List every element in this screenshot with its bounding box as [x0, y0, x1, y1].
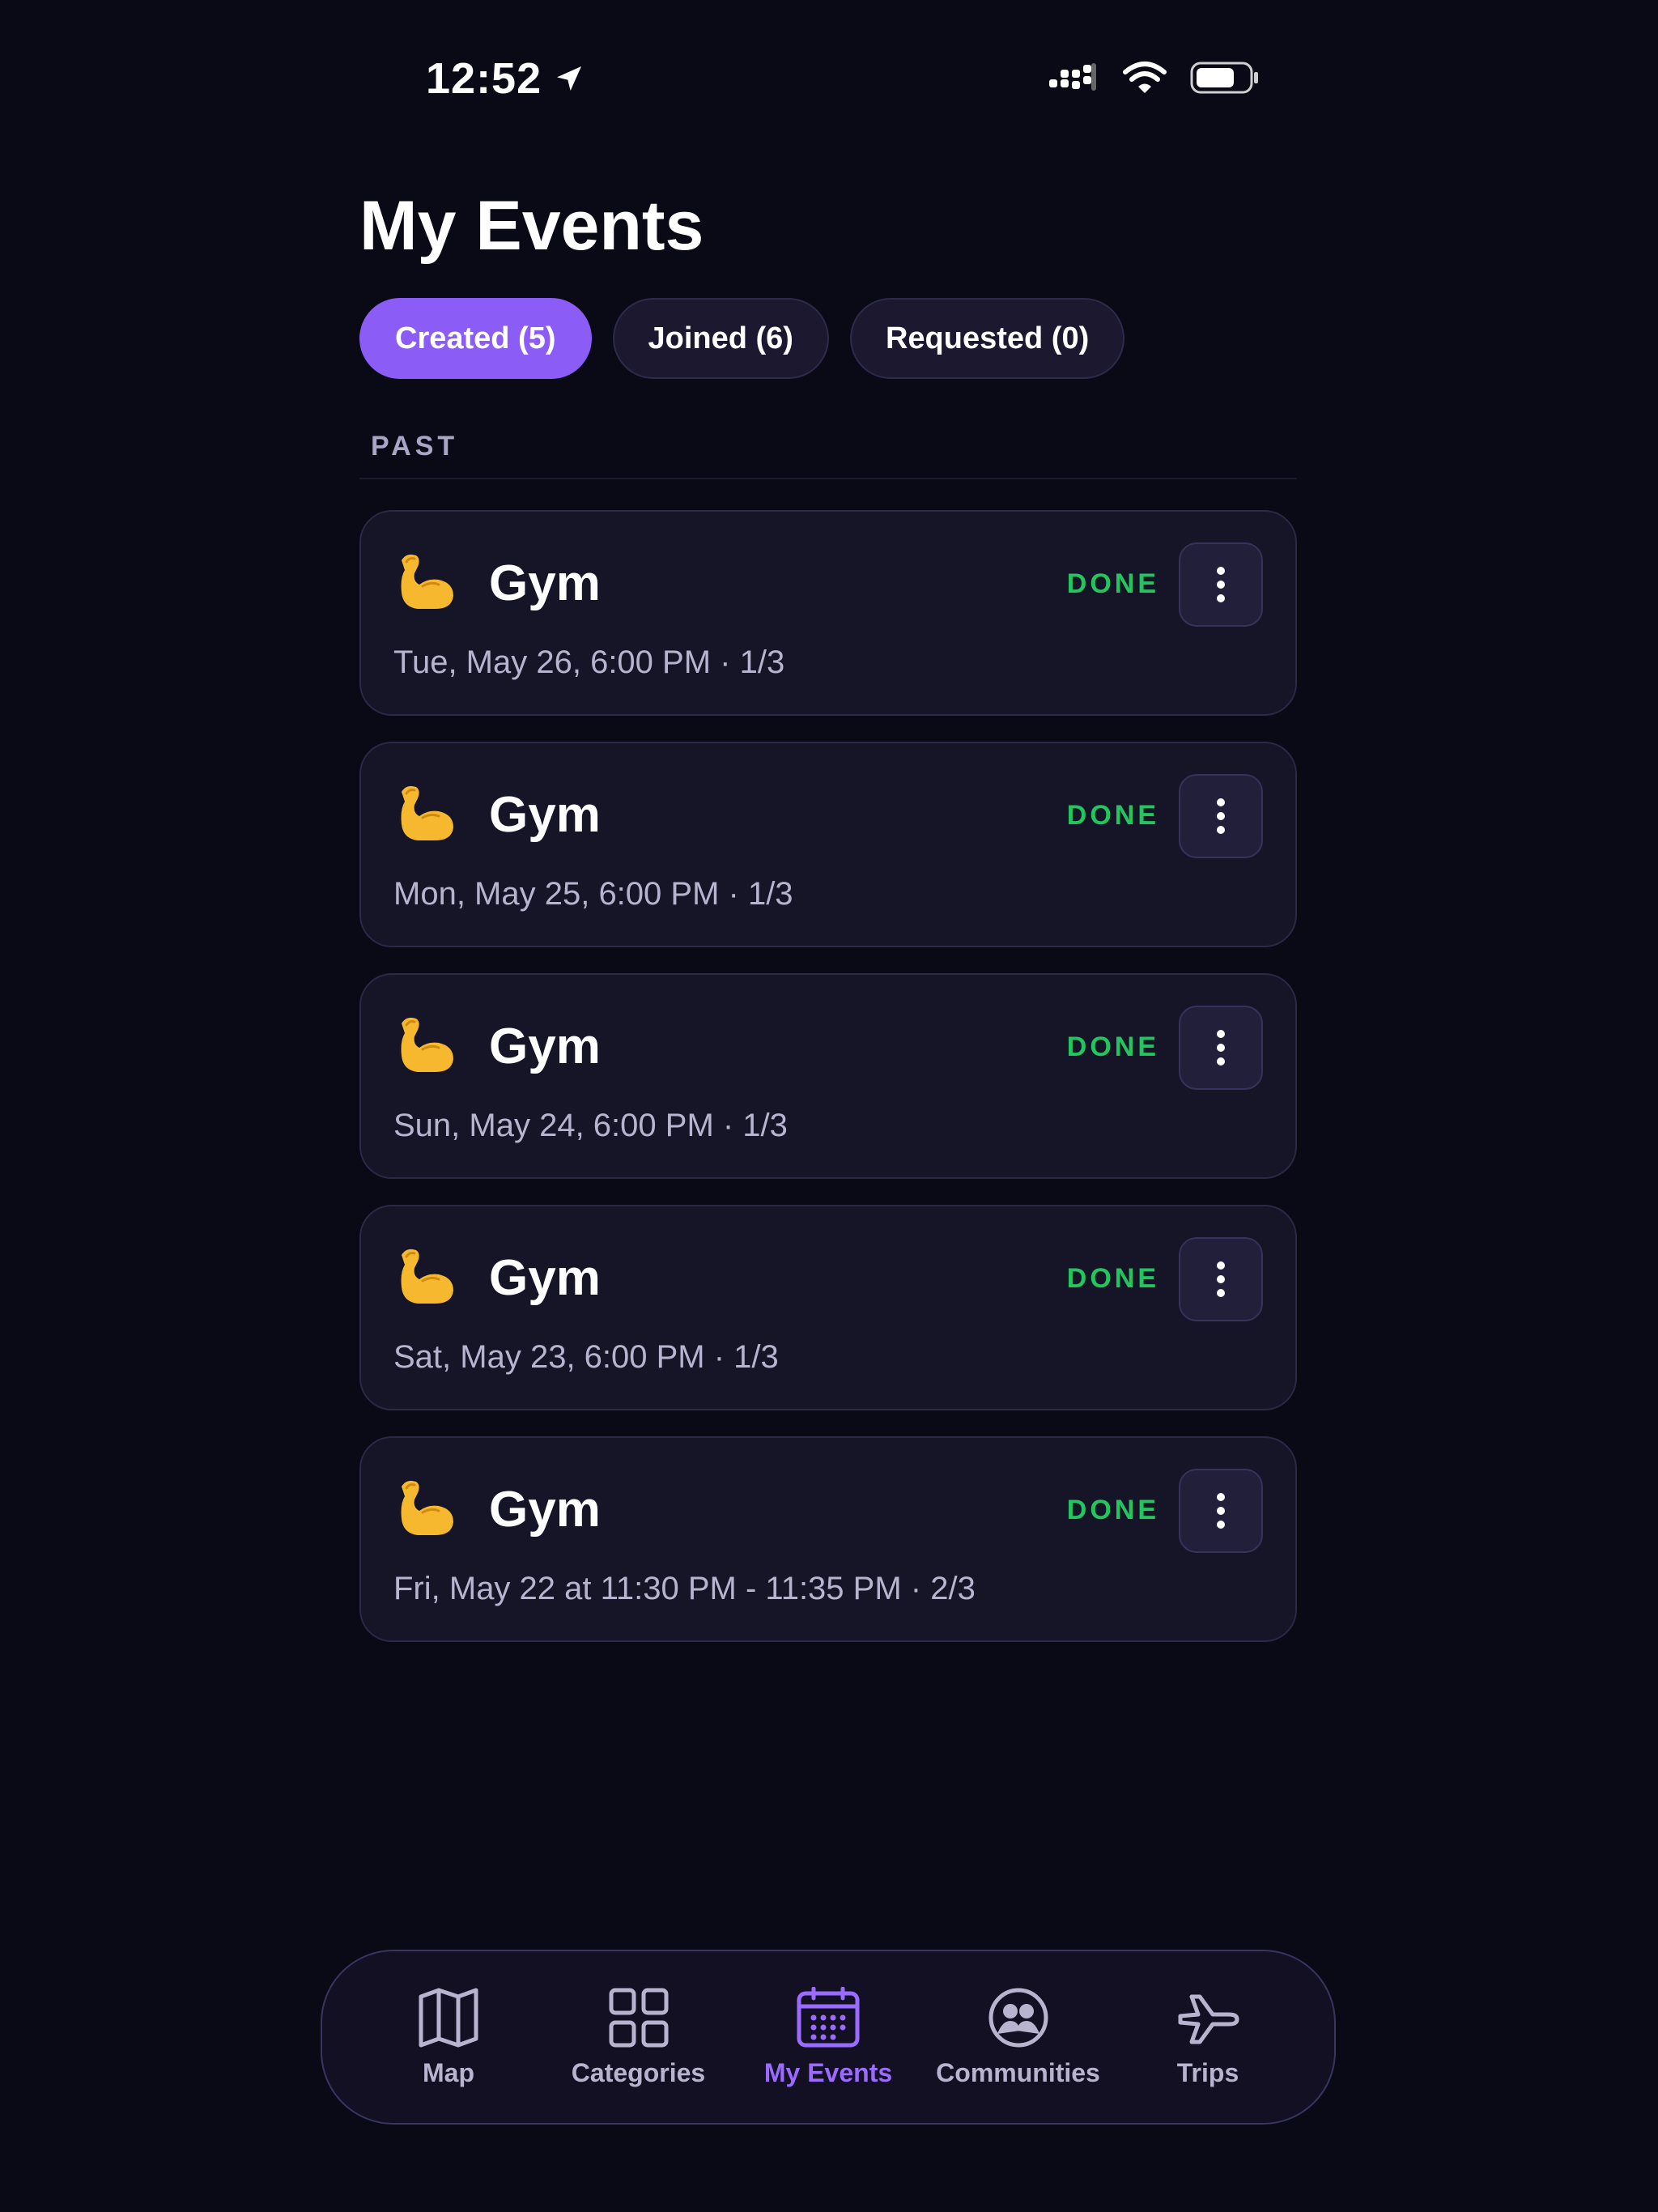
flexed-biceps-emoji: [393, 1475, 458, 1540]
more-vertical-icon: [1217, 567, 1225, 602]
event-datetime: Fri, May 22 at 11:30 PM - 11:35 PM · 2/3: [393, 1571, 976, 1606]
event-datetime: Sun, May 24, 6:00 PM · 1/3: [393, 1108, 788, 1143]
status-time-text: 12:52: [426, 54, 542, 103]
event-title: Gym: [489, 1250, 601, 1306]
more-options-button[interactable]: [1179, 1237, 1263, 1321]
nav-label: Trips: [1176, 2057, 1239, 2087]
event-filter-tabs: Created (5) Joined (6) Requested (0): [359, 298, 1125, 379]
more-options-button[interactable]: [1179, 1469, 1263, 1553]
status-bar-time: 12:52: [426, 53, 585, 104]
event-title: Gym: [489, 555, 601, 611]
status-badge: DONE: [1066, 1032, 1159, 1062]
airplane-icon: [1178, 1994, 1239, 2044]
event-title: Gym: [489, 787, 601, 843]
bottom-tab-bar: Map Categories My Events Communities Tri…: [321, 1950, 1336, 2125]
more-vertical-icon: [1217, 798, 1225, 834]
nav-label: Categories: [571, 2057, 706, 2087]
section-label-past: PAST: [371, 431, 459, 462]
event-datetime: Tue, May 26, 6:00 PM · 1/3: [393, 644, 785, 680]
event-title: Gym: [489, 1482, 601, 1538]
event-list: Gym Tue, May 26, 6:00 PM · 1/3 DONE Gym …: [359, 510, 1297, 1642]
nav-label: My Events: [763, 2057, 893, 2087]
event-datetime: Sat, May 23, 6:00 PM · 1/3: [393, 1339, 779, 1375]
flexed-biceps-emoji: [393, 549, 458, 614]
nav-item-communities[interactable]: Communities: [925, 1987, 1112, 2088]
nav-item-map[interactable]: Map: [355, 1987, 542, 2088]
event-card[interactable]: Gym Sun, May 24, 6:00 PM · 1/3 DONE: [359, 973, 1297, 1179]
event-card[interactable]: Gym Mon, May 25, 6:00 PM · 1/3 DONE: [359, 742, 1297, 947]
status-badge: DONE: [1066, 1495, 1159, 1525]
flexed-biceps-emoji: [393, 1244, 458, 1308]
section-divider: [359, 478, 1297, 479]
status-badge: DONE: [1066, 800, 1159, 831]
tab-created[interactable]: Created (5): [359, 298, 592, 379]
grid-icon: [609, 1988, 668, 2047]
tab-joined[interactable]: Joined (6): [612, 298, 829, 379]
more-vertical-icon: [1217, 1030, 1225, 1066]
more-options-button[interactable]: [1179, 1006, 1263, 1090]
nav-item-categories[interactable]: Categories: [545, 1987, 733, 2088]
event-card[interactable]: Gym Fri, May 22 at 11:30 PM - 11:35 PM ·…: [359, 1436, 1297, 1642]
event-title: Gym: [489, 1019, 601, 1074]
more-options-button[interactable]: [1179, 542, 1263, 627]
screen: 12:52 My Events Created (5) Joined (6) R…: [0, 0, 1658, 2212]
flexed-biceps-emoji: [393, 1012, 458, 1077]
calendar-icon: [797, 1986, 860, 2047]
tab-requested[interactable]: Requested (0): [849, 298, 1125, 379]
nav-item-my-events[interactable]: My Events: [734, 1986, 922, 2088]
flexed-biceps-emoji: [393, 781, 458, 845]
status-badge: DONE: [1066, 1263, 1159, 1294]
battery-icon: [1190, 60, 1260, 96]
status-badge: DONE: [1066, 568, 1159, 599]
nav-label: Map: [423, 2057, 474, 2087]
nav-label: Communities: [936, 2057, 1100, 2087]
map-icon: [419, 1988, 478, 2047]
event-card[interactable]: Gym Sat, May 23, 6:00 PM · 1/3 DONE: [359, 1205, 1297, 1410]
more-options-button[interactable]: [1179, 774, 1263, 858]
page-title: My Events: [359, 187, 704, 265]
cellular-signal-icon: [1048, 62, 1099, 94]
event-datetime: Mon, May 25, 6:00 PM · 1/3: [393, 876, 793, 912]
location-arrow-icon: [553, 62, 585, 95]
people-icon: [988, 1988, 1048, 2047]
more-vertical-icon: [1217, 1261, 1225, 1297]
nav-item-trips[interactable]: Trips: [1114, 1987, 1302, 2088]
event-card[interactable]: Gym Tue, May 26, 6:00 PM · 1/3 DONE: [359, 510, 1297, 716]
wifi-icon: [1122, 61, 1167, 95]
more-vertical-icon: [1217, 1493, 1225, 1529]
status-bar-icons: [1048, 60, 1260, 96]
